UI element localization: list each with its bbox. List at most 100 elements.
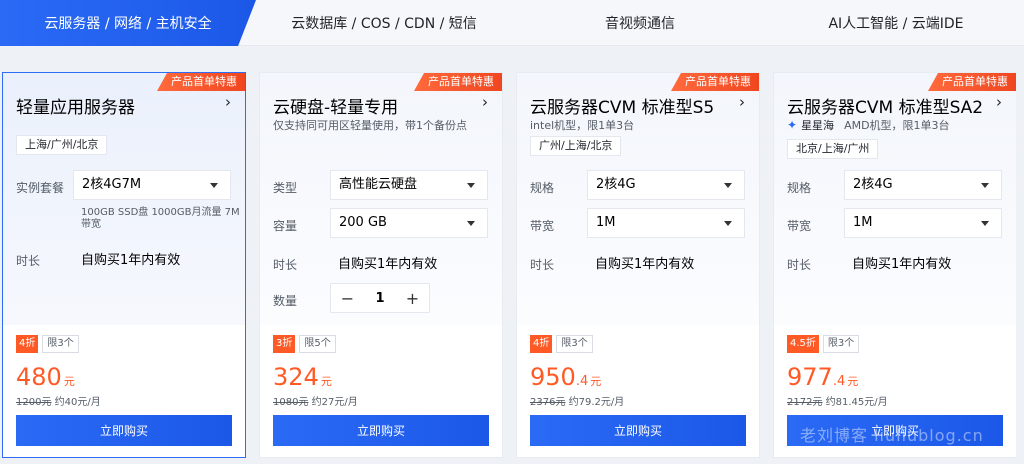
promo-ribbon: 产品首单特惠: [157, 73, 245, 91]
card-title: 云服务器CVM 标准型SA2: [787, 98, 984, 118]
spec-select[interactable]: 2核4G: [844, 170, 1002, 200]
spec-select-value: 2核4G7M: [82, 177, 142, 192]
chevron-down-icon: [467, 221, 475, 226]
product-card-lighthouse: 产品首单特惠 轻量应用服务器 › 上海/广州/北京 实例套餐 2核4G7M 10…: [2, 72, 246, 458]
star-logo-icon: ✦: [787, 118, 798, 132]
plus-button[interactable]: +: [396, 284, 429, 312]
price: 977.4 元: [787, 363, 858, 391]
duration-value: 自购买1年内有效: [595, 257, 695, 272]
original-price: 2376元: [530, 397, 566, 408]
promo-ribbon: 产品首单特惠: [671, 73, 759, 91]
tab-ai[interactable]: AI人工智能 / 云端IDE: [768, 0, 1024, 46]
discount-badge: 3折: [273, 335, 296, 353]
discount-badge-group: 4折 限3个: [530, 335, 593, 353]
chevron-down-icon: [724, 221, 732, 226]
discount-badge: 4.5折: [787, 335, 819, 353]
duration-label: 时长: [530, 258, 555, 272]
limit-badge: 限3个: [822, 335, 860, 353]
spec-label: 规格: [530, 181, 555, 195]
tab-av-communication[interactable]: 音视频通信: [512, 0, 768, 46]
limit-badge: 限3个: [556, 335, 593, 353]
price: 324 元: [273, 363, 332, 391]
chevron-down-icon: [210, 183, 218, 188]
watermark: 老刘博客 liuliublog.cn: [800, 426, 984, 445]
chevron-down-icon: [981, 221, 989, 226]
chevron-down-icon: [981, 183, 989, 188]
original-price-row: 2376元 约79.2元/月: [530, 393, 624, 408]
monthly-price: 约81.45元/月: [825, 397, 888, 408]
bandwidth-select-value: 1M: [853, 215, 873, 230]
discount-badge-group: 4折 限3个: [16, 335, 79, 353]
capacity-label: 容量: [273, 219, 298, 233]
bandwidth-select[interactable]: 1M: [844, 208, 1002, 238]
tab-database-cos[interactable]: 云数据库 / COS / CDN / 短信: [256, 0, 512, 46]
promo-ribbon: 产品首单特惠: [414, 73, 502, 91]
original-price: 1080元: [273, 397, 309, 408]
price-integer: 324: [273, 363, 319, 391]
card-subtitle: intel机型，限1单3台: [530, 119, 635, 132]
quantity-value[interactable]: 1: [364, 284, 396, 312]
card-subtitle-row: ✦ 星星海 AMD机型，限1单3台: [787, 117, 950, 133]
buy-now-button[interactable]: 立即购买: [273, 415, 489, 446]
original-price: 1200元: [16, 397, 52, 408]
price-integer: 977: [787, 363, 833, 391]
product-card-cloud-disk: 产品首单特惠 云硬盘-轻量专用 › 仅支持同可用区轻量使用，带1个备份点 类型 …: [259, 72, 503, 458]
price-integer: 950: [530, 363, 576, 391]
region-tag: 广州/上海/北京: [530, 136, 622, 156]
product-card-cvm-sa2: 产品首单特惠 云服务器CVM 标准型SA2 › ✦ 星星海 AMD机型，限1单3…: [773, 72, 1017, 458]
card-arrow-icon[interactable]: ›: [739, 93, 745, 111]
promo-ribbon: 产品首单特惠: [928, 73, 1016, 91]
price-unit: 元: [320, 375, 332, 388]
original-price-row: 1080元 约27元/月: [273, 393, 358, 408]
duration-label: 时长: [16, 254, 41, 268]
price-decimal: .4: [575, 374, 589, 389]
duration-label: 时长: [787, 258, 812, 272]
bandwidth-label: 带宽: [530, 219, 555, 233]
capacity-select-value: 200 GB: [339, 215, 387, 230]
card-arrow-icon[interactable]: ›: [996, 93, 1002, 111]
monthly-price: 约79.2元/月: [568, 397, 625, 408]
bandwidth-select-value: 1M: [596, 215, 616, 230]
region-tag: 上海/广州/北京: [16, 135, 108, 155]
duration-value: 自购买1年内有效: [852, 257, 952, 272]
monthly-price: 约40元/月: [54, 397, 101, 408]
card-arrow-icon[interactable]: ›: [225, 93, 231, 111]
card-title: 云硬盘-轻量专用: [273, 98, 399, 118]
buy-now-button[interactable]: 立即购买: [530, 415, 746, 446]
region-tag: 北京/上海/广州: [787, 139, 879, 159]
type-select-value: 高性能云硬盘: [339, 177, 418, 192]
spec-label: 实例套餐: [16, 181, 65, 195]
brand-name: 星星海: [801, 119, 835, 132]
tab-cloud-server[interactable]: 云服务器 / 网络 / 主机安全: [0, 0, 256, 46]
product-card-cvm-s5: 产品首单特惠 云服务器CVM 标准型S5 › intel机型，限1单3台 广州/…: [516, 72, 760, 458]
price-integer: 480: [16, 363, 62, 391]
capacity-select[interactable]: 200 GB: [330, 208, 488, 238]
spec-select-value: 2核4G: [596, 177, 636, 192]
discount-badge-group: 3折 限5个: [273, 335, 336, 353]
card-subtitle: AMD机型，限1单3台: [844, 119, 950, 132]
duration-label: 时长: [273, 258, 298, 272]
card-title: 云服务器CVM 标准型S5: [530, 98, 715, 118]
price-unit: 元: [847, 375, 859, 388]
type-label: 类型: [273, 181, 298, 195]
monthly-price: 约27元/月: [311, 397, 358, 408]
minus-button[interactable]: −: [331, 284, 364, 312]
card-arrow-icon[interactable]: ›: [482, 93, 488, 111]
type-select[interactable]: 高性能云硬盘: [330, 170, 488, 200]
buy-now-button[interactable]: 立即购买: [16, 415, 232, 446]
quantity-label: 数量: [273, 294, 298, 308]
price-unit: 元: [63, 375, 75, 388]
product-category-tabs: 云服务器 / 网络 / 主机安全 云数据库 / COS / CDN / 短信 音…: [0, 0, 1024, 46]
quantity-stepper: − 1 +: [330, 283, 430, 313]
price-decimal: .4: [832, 374, 846, 389]
spec-select-value: 2核4G: [853, 177, 893, 192]
spec-select[interactable]: 2核4G: [587, 170, 745, 200]
discount-badge: 4折: [16, 335, 39, 353]
limit-badge: 限3个: [42, 335, 79, 353]
bandwidth-select[interactable]: 1M: [587, 208, 745, 238]
spec-select[interactable]: 2核4G7M: [73, 170, 231, 200]
spec-label: 规格: [787, 181, 812, 195]
bandwidth-label: 带宽: [787, 219, 812, 233]
chevron-down-icon: [467, 183, 475, 188]
limit-badge: 限5个: [299, 335, 336, 353]
